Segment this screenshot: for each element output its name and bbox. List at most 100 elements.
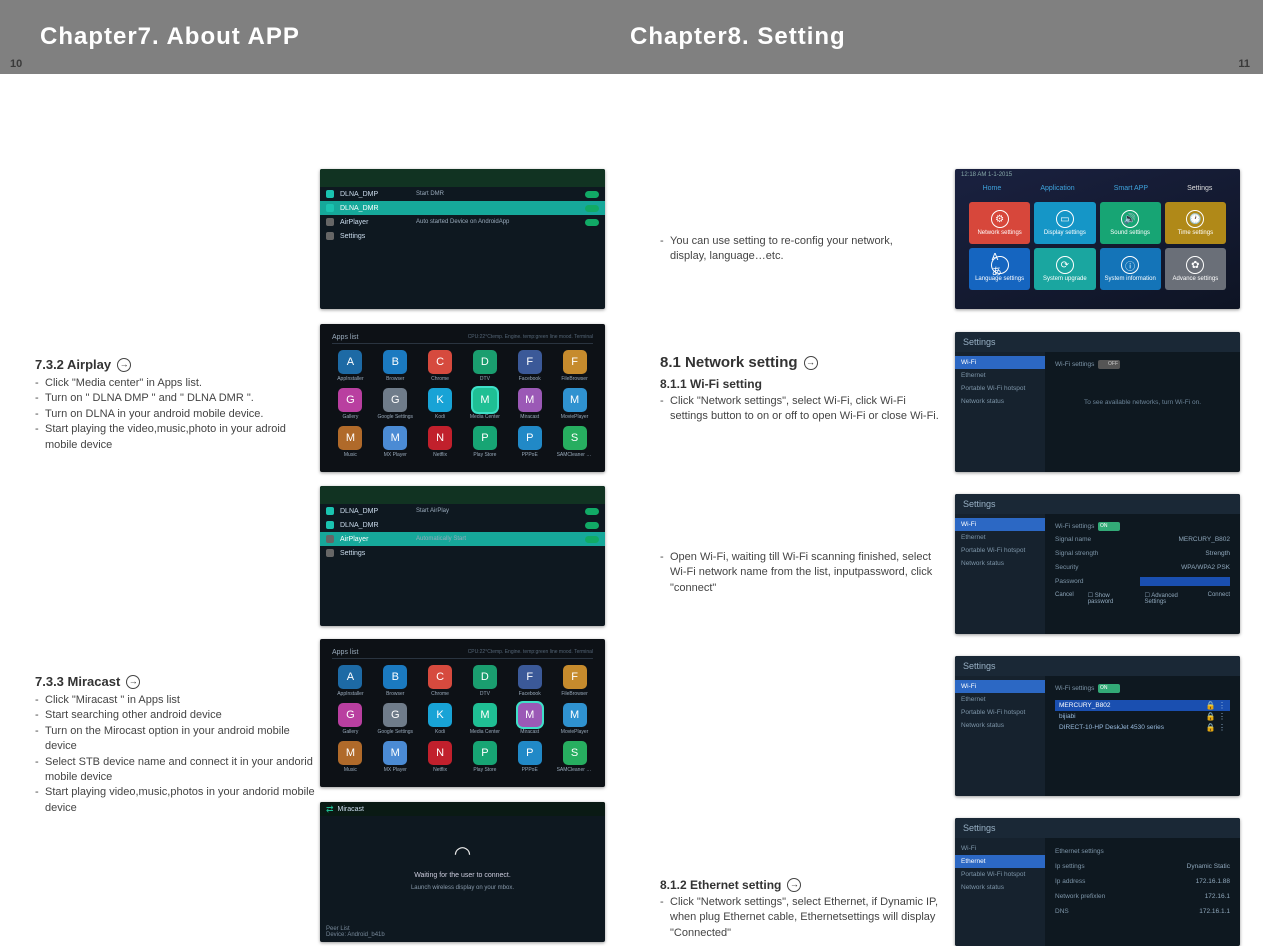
settings-menu-item[interactable]: Portable Wi-Fi hotspot	[955, 706, 1045, 719]
menu-row[interactable]: DLNA_DMR	[320, 201, 605, 215]
settings-menu-item[interactable]: Network status	[955, 881, 1045, 894]
app-icon[interactable]: MMiracast	[511, 703, 548, 735]
settings-menu-item[interactable]: Ethernet	[955, 531, 1045, 544]
apps-header: Apps list	[332, 334, 358, 341]
app-icon[interactable]: NNetflix	[422, 741, 459, 773]
app-icon[interactable]: MMusic	[332, 426, 369, 458]
app-icon[interactable]: PPlay Store	[466, 741, 503, 773]
ethernet-field: Ip address172.16.1.88	[1055, 876, 1230, 887]
wifi-network[interactable]: DIRECT-10-HP DeskJet 4530 series🔒 ⋮	[1055, 722, 1230, 733]
wifi-settings-label: Wi-Fi settings	[1055, 523, 1094, 530]
app-icon[interactable]: GGallery	[332, 388, 369, 420]
menu-row[interactable]: AirPlayerAuto started Device on AndroidA…	[320, 215, 605, 229]
settings-menu-item[interactable]: Wi-Fi	[955, 842, 1045, 855]
nav-tab[interactable]: Application	[1040, 185, 1074, 192]
app-icon[interactable]: FFacebook	[511, 350, 548, 382]
app-icon[interactable]: CChrome	[422, 665, 459, 697]
app-icon[interactable]: BBrowser	[377, 350, 414, 382]
app-icon[interactable]: MMedia Center	[466, 388, 503, 420]
screenshot-media-center-dlna: DLNA_DMPStart DMRDLNA_DMRAirPlayerAuto s…	[320, 169, 605, 309]
page-number-right: 11	[1238, 58, 1250, 70]
app-icon[interactable]: FFileBrowser	[556, 665, 593, 697]
app-icon[interactable]: KKodi	[422, 388, 459, 420]
app-icon[interactable]: AAppInstaller	[332, 350, 369, 382]
nav-tab[interactable]: Settings	[1187, 185, 1212, 192]
settings-menu-item[interactable]: Wi-Fi	[955, 518, 1045, 531]
app-icon[interactable]: DDTV	[466, 665, 503, 697]
app-icon[interactable]: FFacebook	[511, 665, 548, 697]
menu-row[interactable]: AirPlayerAutomatically Start	[320, 532, 605, 546]
nav-tab[interactable]: Home	[983, 185, 1002, 192]
wifi-network[interactable]: bijiabi🔒 ⋮	[1055, 711, 1230, 722]
settings-menu-item[interactable]: Network status	[955, 557, 1045, 570]
connect-button[interactable]: Connect	[1208, 592, 1230, 605]
settings-menu-item[interactable]: Network status	[955, 395, 1045, 408]
app-icon[interactable]: GGoogle Settings	[377, 388, 414, 420]
nav-tab[interactable]: Smart APP	[1114, 185, 1148, 192]
settings-menu-item[interactable]: Portable Wi-Fi hotspot	[955, 868, 1045, 881]
app-icon[interactable]: AAppInstaller	[332, 665, 369, 697]
chapter8-title: Chapter8. Setting	[630, 23, 846, 51]
settings-menu-item[interactable]: Portable Wi-Fi hotspot	[955, 382, 1045, 395]
app-icon[interactable]: KKodi	[422, 703, 459, 735]
settings-menu-item[interactable]: Ethernet	[955, 855, 1045, 868]
password-input[interactable]	[1140, 577, 1230, 586]
settings-tile[interactable]: ⟳System upgrade	[1034, 248, 1095, 290]
settings-tile[interactable]: ▭Display settings	[1034, 202, 1095, 244]
menu-row[interactable]: Settings	[320, 546, 605, 560]
ethernet-text: Click "Network settings", select Etherne…	[660, 895, 950, 941]
status-time: 12:18 AM 1-1-2015	[955, 169, 1240, 181]
app-icon[interactable]: MMX Player	[377, 741, 414, 773]
settings-menu-item[interactable]: Wi-Fi	[955, 356, 1045, 369]
menu-row[interactable]: Settings	[320, 229, 605, 243]
app-icon[interactable]: BBrowser	[377, 665, 414, 697]
menu-row[interactable]: DLNA_DMR	[320, 518, 605, 532]
app-icon[interactable]: PPPPoE	[511, 741, 548, 773]
app-icon[interactable]: MMiracast	[511, 388, 548, 420]
app-icon[interactable]: DDTV	[466, 350, 503, 382]
section-miracast: 7.3.3 Miracast Click "Miracast " in Apps…	[35, 674, 315, 816]
app-icon[interactable]: PPlay Store	[466, 426, 503, 458]
screenshot-miracast: ⇄Miracast ◠ Waiting for the user to conn…	[320, 802, 605, 942]
val-signal: MERCURY_B802	[1178, 536, 1230, 543]
settings-tile[interactable]: ✿Advance settings	[1165, 248, 1226, 290]
app-icon[interactable]: MMX Player	[377, 426, 414, 458]
val-strength: Strength	[1205, 550, 1230, 557]
app-icon[interactable]: FFileBrowser	[556, 350, 593, 382]
wifi-switch-on[interactable]	[1098, 522, 1120, 531]
app-icon[interactable]: MMedia Center	[466, 703, 503, 735]
wifi-switch-off[interactable]	[1098, 360, 1120, 369]
app-icon[interactable]: MMusic	[332, 741, 369, 773]
wifi-network[interactable]: MERCURY_B802🔒 ⋮	[1055, 700, 1230, 711]
menu-row[interactable]: DLNA_DMPStart DMR	[320, 187, 605, 201]
app-icon[interactable]: SSAMCleaner Pro	[556, 741, 593, 773]
settings-tile[interactable]: 🕐Time settings	[1165, 202, 1226, 244]
settings-menu-item[interactable]: Wi-Fi	[955, 680, 1045, 693]
arrow-icon	[804, 356, 818, 370]
settings-menu-item[interactable]: Ethernet	[955, 693, 1045, 706]
section-airplay: 7.3.2 Airplay Click "Media center" in Ap…	[35, 357, 305, 453]
miracast-waiting: Waiting for the user to connect.	[414, 872, 511, 879]
app-icon[interactable]: PPPPoE	[511, 426, 548, 458]
device-label: Device: Android_b41b	[326, 932, 385, 938]
settings-tile[interactable]: 🔊Sound settings	[1100, 202, 1161, 244]
settings-tile[interactable]: ⚙Network settings	[969, 202, 1030, 244]
show-password[interactable]: Show password	[1088, 593, 1114, 605]
app-icon[interactable]: MMoviePlayer	[556, 388, 593, 420]
app-icon[interactable]: GGoogle Settings	[377, 703, 414, 735]
wifi-hint: To see available networks, turn Wi-Fi on…	[1055, 399, 1230, 406]
settings-tile[interactable]: AあLanguage settings	[969, 248, 1030, 290]
wifi-switch-on[interactable]	[1098, 684, 1120, 693]
app-icon[interactable]: GGallery	[332, 703, 369, 735]
app-icon[interactable]: MMoviePlayer	[556, 703, 593, 735]
app-icon[interactable]: CChrome	[422, 350, 459, 382]
advanced-settings[interactable]: Advanced Settings	[1144, 593, 1177, 605]
app-icon[interactable]: SSAMCleaner Pro	[556, 426, 593, 458]
settings-menu-item[interactable]: Portable Wi-Fi hotspot	[955, 544, 1045, 557]
settings-menu-item[interactable]: Ethernet	[955, 369, 1045, 382]
cancel-button[interactable]: Cancel	[1055, 592, 1074, 605]
settings-tile[interactable]: ⓘSystem information	[1100, 248, 1161, 290]
app-icon[interactable]: NNetflix	[422, 426, 459, 458]
settings-menu-item[interactable]: Network status	[955, 719, 1045, 732]
menu-row[interactable]: DLNA_DMPStart AirPlay	[320, 504, 605, 518]
